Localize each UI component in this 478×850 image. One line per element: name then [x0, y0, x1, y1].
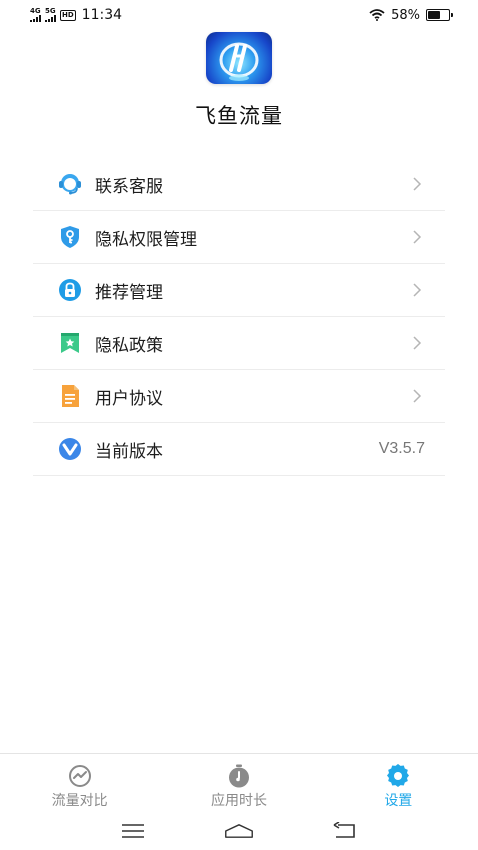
app-logo — [206, 32, 272, 84]
version-value: V3.5.7 — [378, 440, 425, 457]
wifi-icon — [369, 9, 385, 21]
menu-label: 隐私政策 — [95, 335, 163, 356]
hamburger-icon — [122, 823, 144, 838]
signal-4g-label: 4G — [30, 7, 41, 15]
back-icon — [333, 821, 355, 838]
chevron-right-icon — [413, 177, 422, 191]
app-logo-icon — [219, 42, 259, 81]
bookmark-star-icon — [57, 330, 83, 356]
signal-5g-indicator: 5G — [45, 8, 56, 22]
settings-menu: 联系客服 隐私权限管理 推荐管理 隐私政策 用户协议 当前版本 V3.5.7 — [33, 158, 445, 476]
signal-4g-indicator: 4G — [30, 8, 41, 22]
clock: 11:34 — [81, 7, 123, 23]
system-navigation-bar — [0, 811, 478, 850]
customer-service-icon — [57, 171, 83, 197]
tab-label: 流量对比 — [51, 793, 108, 809]
shield-key-icon — [57, 224, 83, 250]
signal-bars-icon — [30, 15, 41, 22]
lock-icon — [57, 277, 83, 303]
battery-percent: 58% — [391, 7, 420, 23]
tab-settings[interactable]: 设置 — [319, 754, 478, 811]
menu-label: 推荐管理 — [95, 282, 163, 303]
signal-5g-label: 5G — [45, 7, 56, 15]
battery-icon — [426, 9, 453, 21]
menu-label: 联系客服 — [95, 176, 163, 197]
tab-label: 设置 — [384, 793, 413, 809]
chevron-right-icon — [413, 336, 422, 350]
document-icon — [57, 383, 83, 409]
menu-item-customer-service[interactable]: 联系客服 — [33, 158, 445, 211]
menu-label: 用户协议 — [95, 388, 163, 409]
settings-screen: 4G 5G HD 11:34 58% 飞鱼流量 联系客服 隐私权限管理 推荐管理… — [0, 0, 478, 850]
chevron-right-icon — [413, 389, 422, 403]
menu-label: 隐私权限管理 — [95, 229, 197, 250]
signal-bars-icon — [45, 15, 56, 22]
menu-label: 当前版本 — [95, 441, 163, 462]
home-button[interactable] — [224, 821, 254, 841]
stopwatch-icon — [226, 764, 252, 788]
chevron-right-icon — [413, 230, 422, 244]
menu-item-current-version[interactable]: 当前版本 V3.5.7 — [33, 423, 445, 476]
bottom-tab-bar: 流量对比 应用时长 设置 — [0, 753, 478, 811]
chevron-right-icon — [413, 283, 422, 297]
tab-traffic-compare[interactable]: 流量对比 — [0, 754, 159, 811]
status-right: 58% — [369, 7, 453, 23]
hd-badge: HD — [60, 9, 76, 21]
status-left: 4G 5G HD 11:34 — [30, 7, 122, 23]
menu-button[interactable] — [118, 821, 148, 841]
app-title: 飞鱼流量 — [195, 104, 283, 128]
gear-icon — [385, 764, 411, 788]
version-icon — [57, 436, 83, 462]
back-button[interactable] — [330, 821, 360, 841]
menu-item-privacy-policy[interactable]: 隐私政策 — [33, 317, 445, 370]
home-icon — [225, 823, 253, 838]
status-bar: 4G 5G HD 11:34 58% — [0, 0, 478, 30]
menu-item-privacy-permissions[interactable]: 隐私权限管理 — [33, 211, 445, 264]
menu-item-recommendation[interactable]: 推荐管理 — [33, 264, 445, 317]
battery-fill — [428, 11, 440, 19]
tab-app-duration[interactable]: 应用时长 — [159, 754, 318, 811]
menu-item-user-agreement[interactable]: 用户协议 — [33, 370, 445, 423]
tab-label: 应用时长 — [210, 793, 267, 809]
trend-chart-icon — [67, 764, 93, 788]
